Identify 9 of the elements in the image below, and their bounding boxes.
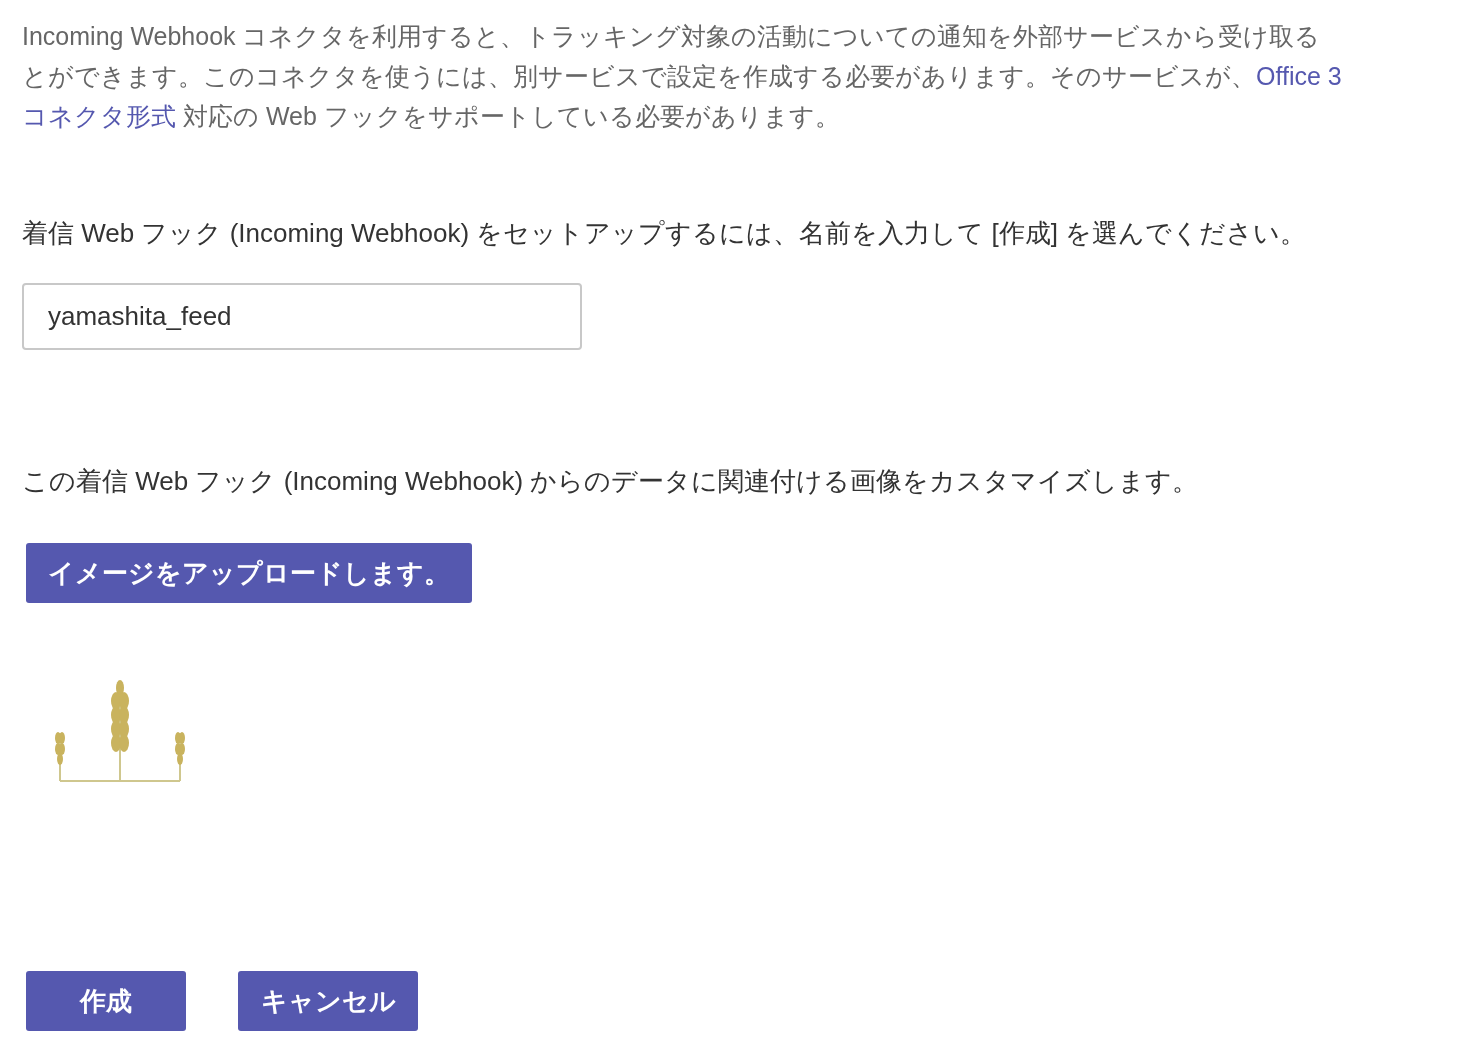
intro-paragraph: Incoming Webhook コネクタを利用すると、トラッキング対象の活動についての通知を外部サービスから受け取る とができます。このコネクタを使うには、別サービスで設定を作成する必要があります。そのサービスが、Office 3 コネクタ形式 対応の Web フックをサポートしている必要があります。	[22, 21, 1343, 132]
instruction-text: 着信 Web フック (Incoming Webhook) をセットアップするには、名前を入力して [作成] を選んでください。	[22, 217, 1308, 250]
name-input-field[interactable]: yamashita_feed	[22, 283, 582, 350]
create-button[interactable]: 作成	[26, 971, 186, 1031]
connector-format-link[interactable]: コネクタ形式	[22, 102, 176, 130]
connector-format-link[interactable]: Office 3	[1256, 62, 1342, 90]
image-instruction-text: この着信 Web フック (Incoming Webhook) からのデータに関連付ける画像をカスタマイズします。	[22, 465, 1200, 498]
upload-image-button[interactable]: イメージをアップロードします。	[26, 543, 472, 603]
cancel-button[interactable]: キャンセル	[238, 971, 418, 1031]
